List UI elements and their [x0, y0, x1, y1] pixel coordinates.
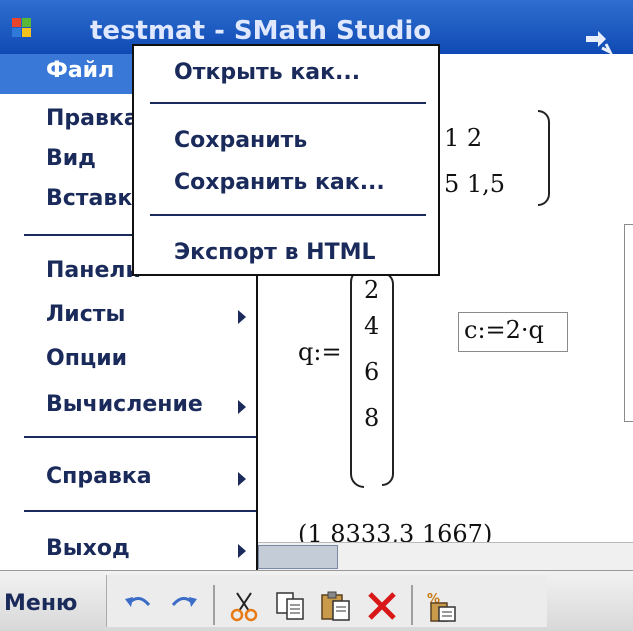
- submenu-save-as[interactable]: Сохранить как...: [174, 170, 385, 195]
- menu-separator: [24, 436, 256, 438]
- menu-item-edit[interactable]: Правка: [46, 106, 139, 131]
- submenu-export-html[interactable]: Экспорт в HTML: [174, 240, 376, 265]
- connectivity-icon[interactable]: [580, 22, 616, 58]
- menu-item-options[interactable]: Опции: [46, 346, 127, 371]
- toolbar-separator: [411, 585, 413, 625]
- window-title: testmat - SMath Studio: [90, 16, 432, 46]
- help-submenu-arrow-icon: [238, 472, 246, 486]
- submenu-separator: [150, 214, 426, 216]
- cut-icon[interactable]: [227, 589, 261, 623]
- q-value-2: 4: [364, 312, 380, 340]
- menu-separator: [24, 510, 256, 512]
- q-assign-label: q:=: [298, 338, 342, 366]
- windows-logo-icon[interactable]: [10, 14, 54, 40]
- menu-item-calculation[interactable]: Вычисление: [46, 392, 203, 417]
- submenu-save[interactable]: Сохранить: [174, 128, 307, 153]
- menu-item-view[interactable]: Вид: [46, 146, 96, 171]
- undo-icon[interactable]: [121, 589, 155, 623]
- menu-item-help[interactable]: Справка: [46, 464, 152, 489]
- q-value-1: 2: [364, 276, 380, 304]
- delete-icon[interactable]: [365, 589, 399, 623]
- q-value-3: 6: [364, 358, 380, 386]
- horizontal-scrollbar[interactable]: [258, 542, 633, 571]
- matrix-top-right-paren: [538, 110, 550, 206]
- submenu-open-as[interactable]: Открыть как...: [174, 60, 360, 85]
- bottom-toolbar: Меню %: [0, 570, 633, 631]
- menu-item-panels[interactable]: Панели: [46, 258, 141, 283]
- matrix-top-row2: 5 1,5: [444, 170, 506, 198]
- sheets-submenu-arrow-icon: [238, 310, 246, 324]
- menu-item-file-label: Файл: [46, 58, 115, 83]
- redo-icon[interactable]: [167, 589, 201, 623]
- copy-icon[interactable]: [273, 589, 307, 623]
- tool-strip: %: [106, 575, 547, 627]
- paste-special-icon[interactable]: %: [425, 589, 459, 623]
- output-region-right[interactable]: [624, 224, 633, 422]
- menu-item-sheets[interactable]: Листы: [46, 302, 125, 327]
- menu-softkey[interactable]: Меню: [4, 591, 77, 616]
- q-value-4: 8: [364, 404, 380, 432]
- exit-submenu-arrow-icon: [238, 544, 246, 558]
- horizontal-scrollbar-thumb[interactable]: [258, 545, 338, 569]
- toolbar-separator: [213, 585, 215, 625]
- q-left-paren: [350, 268, 364, 488]
- q-right-paren: [382, 272, 394, 486]
- calculation-submenu-arrow-icon: [238, 400, 246, 414]
- matrix-top-row1: 1 2: [444, 124, 483, 152]
- paste-icon[interactable]: [319, 589, 353, 623]
- file-submenu: Открыть как... Сохранить Сохранить как..…: [132, 44, 440, 276]
- menu-item-exit[interactable]: Выход: [46, 536, 130, 561]
- bottom-result: (1 8333,3 1667): [298, 520, 493, 542]
- c-expression: c:=2·q: [464, 316, 544, 344]
- submenu-separator: [150, 102, 426, 104]
